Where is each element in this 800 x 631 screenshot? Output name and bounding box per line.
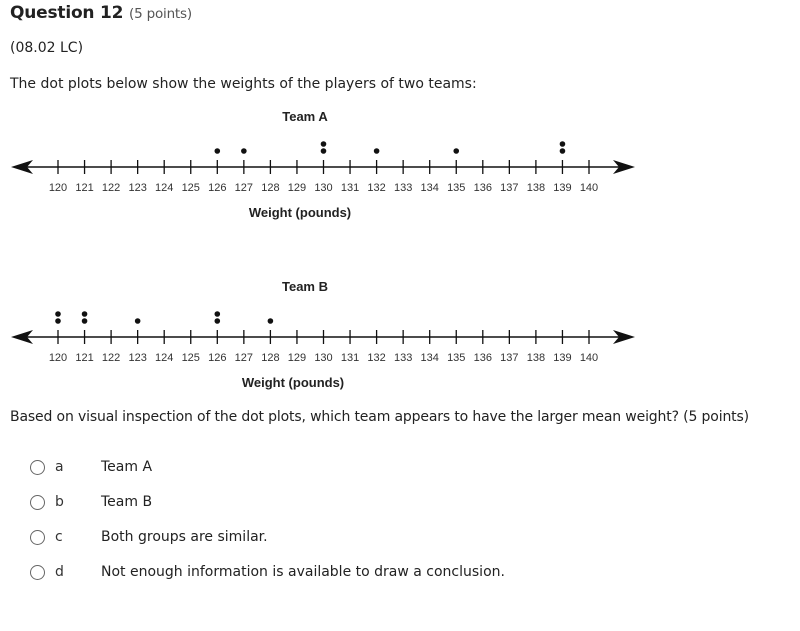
- tick-label: 129: [288, 352, 306, 364]
- data-dot: [214, 318, 221, 324]
- tick-label: 132: [367, 182, 385, 194]
- tick-label: 125: [182, 182, 200, 194]
- tick-label: 127: [235, 182, 253, 194]
- dot-plot-team-b: Team B 120 121 122 123 124 125 126 127 128 129 130…: [11, 279, 635, 390]
- tick-label: 139: [553, 352, 571, 364]
- choice-text: Team A: [101, 459, 153, 475]
- tick-label: 130: [314, 182, 332, 194]
- tick-label: 138: [527, 182, 545, 194]
- radio-button[interactable]: [30, 460, 45, 475]
- data-dot: [55, 318, 61, 324]
- data-dot: [267, 318, 274, 324]
- tick-label: 130: [314, 352, 332, 364]
- tick-label: 135: [447, 352, 465, 364]
- data-dot: [373, 148, 380, 154]
- tick-label: 138: [527, 352, 545, 364]
- question-points: (5 points): [129, 6, 192, 22]
- data-dot: [134, 318, 141, 324]
- tick-label: 127: [235, 352, 253, 364]
- choice-c[interactable]: c Both groups are similar.: [0, 526, 560, 552]
- radio-button[interactable]: [30, 495, 45, 510]
- x-axis-label: Weight (pounds): [249, 205, 351, 220]
- tick-label: 126: [208, 352, 226, 364]
- question-code: (08.02 LC): [10, 40, 84, 56]
- data-dot: [81, 318, 88, 324]
- tick-label: 121: [75, 182, 93, 194]
- tick-label: 123: [128, 182, 146, 194]
- tick-label: 133: [394, 352, 412, 364]
- question-number: Question 12: [10, 3, 124, 23]
- data-dot: [214, 311, 221, 317]
- question-stem: The dot plots below show the weights of …: [10, 76, 477, 92]
- tick-label: 120: [49, 182, 67, 194]
- data-dot: [559, 148, 566, 154]
- choice-a[interactable]: a Team A: [0, 456, 560, 482]
- tick-label: 132: [367, 352, 385, 364]
- tick-label: 124: [155, 182, 173, 194]
- tick-label: 134: [421, 182, 439, 194]
- choice-b[interactable]: b Team B: [0, 491, 560, 517]
- radio-button[interactable]: [30, 565, 45, 580]
- data-dot: [81, 311, 88, 317]
- data-dot: [55, 311, 61, 317]
- choice-text: Both groups are similar.: [101, 529, 268, 545]
- choice-letter: d: [55, 564, 64, 580]
- question-title: Question 12 (5 points): [10, 3, 192, 23]
- tick-label: 122: [102, 182, 120, 194]
- dot-plot-team-a: Team A 120 121 122 123 124 125 126 127 128 129 130…: [11, 109, 635, 220]
- data-dot: [214, 148, 221, 154]
- tick-label: 140: [580, 352, 598, 364]
- choice-letter: a: [55, 459, 64, 475]
- tick-label: 122: [102, 352, 120, 364]
- radio-button[interactable]: [30, 530, 45, 545]
- tick-label: 135: [447, 182, 465, 194]
- tick-label: 121: [75, 352, 93, 364]
- tick-label: 136: [474, 182, 492, 194]
- choice-text: Team B: [101, 494, 153, 510]
- data-dot: [320, 148, 327, 154]
- tick-label: 129: [288, 182, 306, 194]
- tick-label: 125: [182, 352, 200, 364]
- tick-label: 139: [553, 182, 571, 194]
- tick-label: 134: [421, 352, 439, 364]
- data-dot: [559, 141, 566, 147]
- tick-label: 124: [155, 352, 173, 364]
- tick-label: 131: [341, 352, 359, 364]
- data-dot: [241, 148, 247, 154]
- tick-label: 131: [341, 182, 359, 194]
- choice-letter: b: [55, 494, 64, 510]
- tick-label: 123: [128, 352, 146, 364]
- x-axis-label: Weight (pounds): [242, 375, 344, 390]
- question-prompt: Based on visual inspection of the dot pl…: [10, 409, 749, 425]
- tick-label: 133: [394, 182, 412, 194]
- tick-label: 136: [474, 352, 492, 364]
- data-dot: [453, 148, 460, 154]
- tick-label: 137: [500, 352, 518, 364]
- chart-title: Team B: [282, 279, 328, 294]
- tick-label: 120: [49, 352, 67, 364]
- tick-label: 126: [208, 182, 226, 194]
- choice-text: Not enough information is available to d…: [101, 564, 505, 580]
- tick-label: 140: [580, 182, 598, 194]
- choice-letter: c: [55, 529, 63, 545]
- chart-title: Team A: [282, 109, 328, 124]
- choice-d[interactable]: d Not enough information is available to…: [0, 561, 560, 587]
- tick-label: 128: [261, 182, 279, 194]
- tick-label: 128: [261, 352, 279, 364]
- data-dot: [320, 141, 327, 147]
- tick-label: 137: [500, 182, 518, 194]
